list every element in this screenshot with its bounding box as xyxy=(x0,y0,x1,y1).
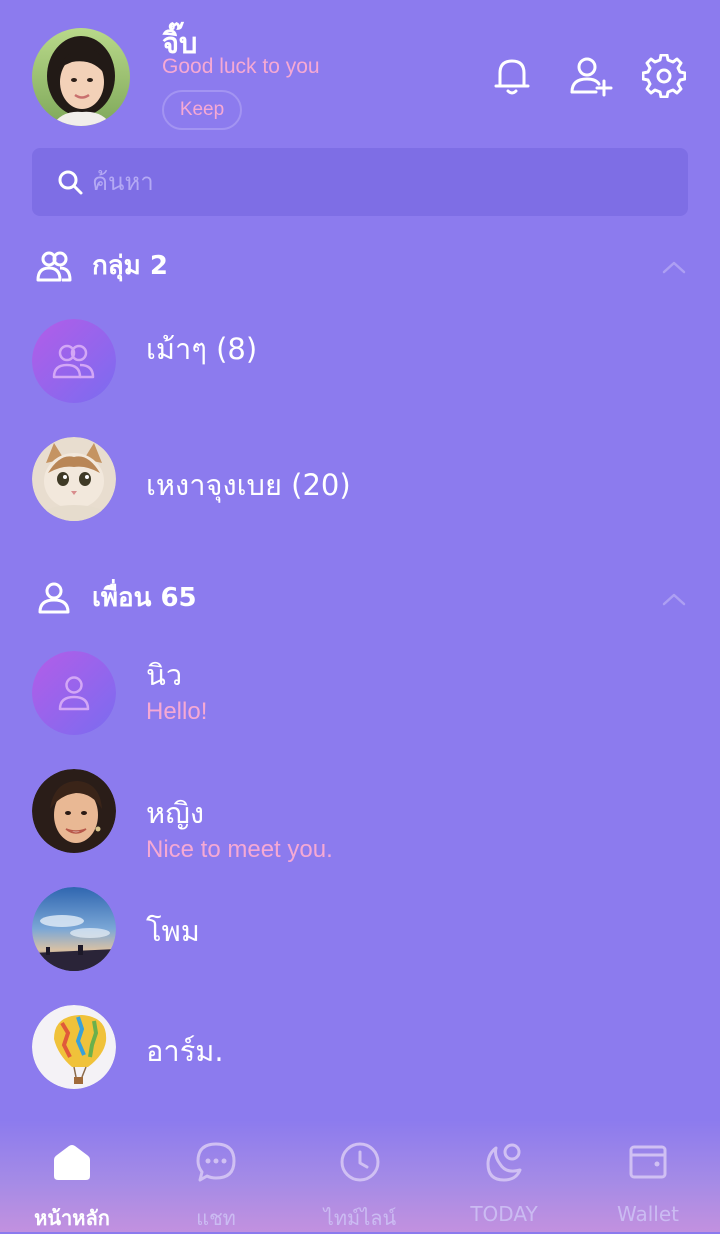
friend-name: นิว xyxy=(146,658,183,692)
groups-section-header[interactable]: กลุ่ม 2 xyxy=(0,236,720,296)
avatar xyxy=(32,1005,116,1089)
avatar xyxy=(32,887,116,971)
friends-section-header[interactable]: เพื่อน 65 xyxy=(0,568,720,628)
tab-timeline-label: ไทม์ไลน์ xyxy=(323,1206,397,1230)
friend-list-item[interactable]: โพม xyxy=(0,874,720,984)
group-name: เหงาจุงเบย (20) xyxy=(146,468,351,502)
search-input[interactable]: ค้นหา xyxy=(92,148,154,216)
bell-icon[interactable] xyxy=(490,54,534,98)
sky-photo xyxy=(32,887,116,971)
friends-section-title: เพื่อน 65 xyxy=(92,583,197,613)
friend-name: โพม xyxy=(146,914,200,948)
person-icon xyxy=(36,580,72,616)
chevron-up-icon[interactable] xyxy=(660,254,688,278)
friend-name: อาร์ม. xyxy=(146,1034,224,1068)
tab-chat[interactable]: แชท xyxy=(144,1120,288,1232)
profile-header: จิ๊บ Good luck to you Keep xyxy=(0,0,720,145)
hot-air-balloon-photo xyxy=(32,1005,116,1089)
default-group-avatar-icon xyxy=(32,319,116,403)
tab-home-label: หน้าหลัก xyxy=(34,1206,110,1230)
group-name: เม้าๆ (8) xyxy=(146,332,258,366)
tab-wallet-label: Wallet xyxy=(616,1202,679,1226)
woman-photo xyxy=(32,769,116,853)
friend-name: หญิง xyxy=(146,796,204,830)
chat-icon xyxy=(194,1140,238,1184)
add-friend-icon[interactable] xyxy=(568,54,613,98)
default-user-avatar-icon xyxy=(32,651,116,735)
gear-icon[interactable] xyxy=(641,53,687,99)
friend-list-item[interactable]: หญิง Nice to meet you. xyxy=(0,756,720,866)
group-list-item[interactable]: เหงาจุงเบย (20) xyxy=(0,424,720,534)
avatar xyxy=(32,319,116,403)
home-icon xyxy=(50,1140,94,1184)
chevron-up-icon[interactable] xyxy=(660,586,688,610)
profile-status-message[interactable]: Good luck to you xyxy=(162,55,320,79)
clock-icon xyxy=(338,1140,382,1184)
wallet-icon xyxy=(626,1140,670,1184)
today-icon xyxy=(482,1140,526,1184)
tab-timeline[interactable]: ไทม์ไลน์ xyxy=(288,1120,432,1232)
friend-status-message: Nice to meet you. xyxy=(146,836,333,863)
tab-wallet[interactable]: Wallet xyxy=(576,1120,720,1232)
search-icon xyxy=(56,168,84,196)
cat-photo xyxy=(32,437,116,521)
tab-today[interactable]: TODAY xyxy=(432,1120,576,1232)
groups-section-title: กลุ่ม 2 xyxy=(92,251,168,281)
bottom-navigation: หน้าหลัก แชท ไทม์ไลน์ TODAY Wallet xyxy=(0,1120,720,1232)
group-icon xyxy=(36,248,72,284)
search-bar[interactable]: ค้นหา xyxy=(32,148,688,216)
tab-chat-label: แชท xyxy=(196,1206,236,1230)
profile-avatar[interactable] xyxy=(32,28,130,126)
avatar xyxy=(32,769,116,853)
friend-list-item[interactable]: อาร์ม. xyxy=(0,992,720,1102)
tab-today-label: TODAY xyxy=(470,1202,538,1226)
avatar xyxy=(32,437,116,521)
friend-status-message: Hello! xyxy=(146,698,208,725)
keep-button[interactable]: Keep xyxy=(162,90,242,130)
tab-home[interactable]: หน้าหลัก xyxy=(0,1120,144,1232)
profile-photo xyxy=(32,28,130,126)
friend-list-item[interactable]: นิว Hello! xyxy=(0,638,720,748)
avatar xyxy=(32,651,116,735)
group-list-item[interactable]: เม้าๆ (8) xyxy=(0,306,720,416)
